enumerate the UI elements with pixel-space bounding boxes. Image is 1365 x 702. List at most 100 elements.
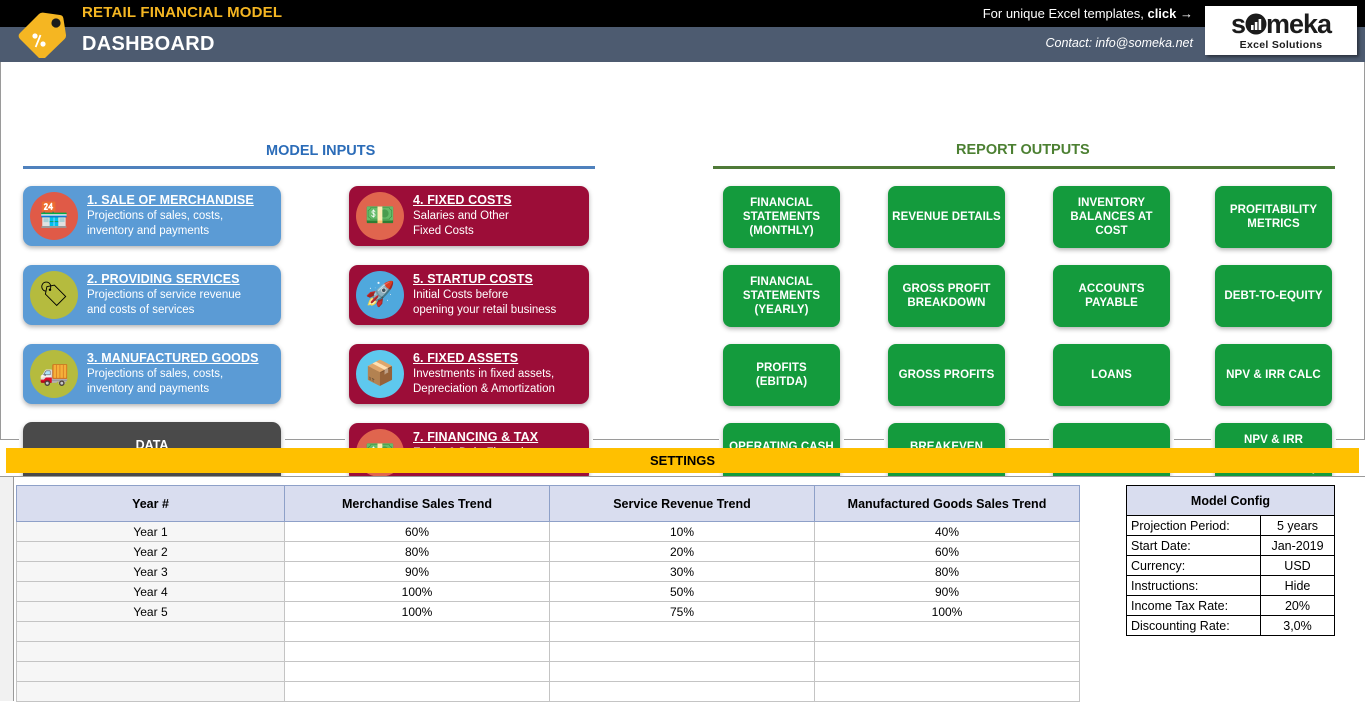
model-input-desc-line2: Depreciation & Amortization [413, 382, 555, 397]
report-output-label-line: STATEMENTS [743, 210, 820, 224]
table-cell-value[interactable]: 20% [550, 542, 815, 562]
model-input-text: 6. FIXED ASSETS Investments in fixed ass… [404, 351, 555, 397]
model-input-button-6[interactable]: 📦 6. FIXED ASSETS Investments in fixed a… [349, 344, 589, 404]
table-cell-year[interactable]: Year 1 [17, 522, 285, 542]
report-output-button[interactable]: REVENUE DETAILS [888, 186, 1005, 248]
model-input-desc-line1: Projections of service revenue [87, 288, 241, 303]
report-output-label-line: ACCOUNTS [1079, 282, 1145, 296]
table-cell-value[interactable]: 90% [285, 562, 550, 582]
brand-tagline: Excel Solutions [1240, 39, 1323, 51]
report-output-button[interactable]: DEBT-TO-EQUITY [1215, 265, 1332, 327]
table-cell-value[interactable]: 50% [550, 582, 815, 602]
table-row [17, 682, 1080, 702]
report-output-button[interactable]: GROSS PROFITBREAKDOWN [888, 265, 1005, 327]
table-cell-value[interactable] [815, 662, 1080, 682]
table-cell-value[interactable]: 100% [285, 582, 550, 602]
table-cell-value[interactable] [815, 642, 1080, 662]
model-input-button-2[interactable]: 🏷 2. PROVIDING SERVICES Projections of s… [23, 265, 281, 325]
table-cell-value[interactable] [550, 682, 815, 702]
report-output-label-line: PAYABLE [1079, 296, 1145, 310]
model-input-desc-line1: Projections of sales, costs, [87, 367, 259, 382]
report-output-label-line: PROFITS [756, 361, 807, 375]
model-config-value[interactable]: 5 years [1261, 516, 1335, 536]
model-input-button-3[interactable]: 🚚 3. MANUFACTURED GOODS Projections of s… [23, 344, 281, 404]
table-column-header: Manufactured Goods Sales Trend [815, 486, 1080, 522]
table-cell-year[interactable] [17, 682, 285, 702]
table-cell-year[interactable] [17, 642, 285, 662]
report-output-label-line: FINANCIAL [743, 275, 820, 289]
model-input-button-4[interactable]: 💵 4. FIXED COSTS Salaries and Other Fixe… [349, 186, 589, 246]
table-cell-value[interactable]: 90% [815, 582, 1080, 602]
report-output-label-line: GROSS PROFIT [902, 282, 990, 296]
table-cell-value[interactable]: 75% [550, 602, 815, 622]
table-cell-value[interactable]: 40% [815, 522, 1080, 542]
report-output-button[interactable]: INVENTORYBALANCES ATCOST [1053, 186, 1170, 248]
table-cell-value[interactable] [285, 662, 550, 682]
table-cell-value[interactable]: 10% [550, 522, 815, 542]
report-output-button[interactable]: GROSS PROFITS [888, 344, 1005, 406]
model-config-row: Instructions:Hide [1127, 576, 1335, 596]
table-cell-year[interactable]: Year 4 [17, 582, 285, 602]
someka-logo[interactable]: s meka Excel Solutions [1205, 6, 1357, 55]
model-config-table: Model Config Projection Period:5 yearsSt… [1126, 485, 1335, 636]
table-cell-value[interactable]: 80% [285, 542, 550, 562]
report-output-button[interactable]: PROFITS(EBITDA) [723, 344, 840, 406]
report-output-button[interactable]: PROFITABILITYMETRICS [1215, 186, 1332, 248]
template-name: RETAIL FINANCIAL MODEL [82, 4, 282, 21]
model-input-desc-line2: inventory and payments [87, 382, 259, 397]
table-cell-value[interactable] [285, 642, 550, 662]
table-cell-value[interactable] [550, 642, 815, 662]
table-cell-value[interactable]: 60% [815, 542, 1080, 562]
table-cell-value[interactable] [285, 682, 550, 702]
spreadsheet-row-gutter [0, 477, 14, 701]
report-output-button[interactable]: LOANS [1053, 344, 1170, 406]
report-output-label: FINANCIALSTATEMENTS(MONTHLY) [743, 196, 820, 238]
table-cell-year[interactable] [17, 662, 285, 682]
table-cell-value[interactable] [815, 682, 1080, 702]
report-output-button[interactable]: FINANCIALSTATEMENTS(MONTHLY) [723, 186, 840, 248]
report-output-label-line: (EBITDA) [756, 375, 807, 389]
model-input-desc-line2: Fixed Costs [413, 224, 512, 239]
table-cell-value[interactable]: 60% [285, 522, 550, 542]
table-cell-value[interactable]: 100% [815, 602, 1080, 622]
promo-click-link[interactable]: click → [1147, 6, 1193, 21]
table-cell-year[interactable]: Year 2 [17, 542, 285, 562]
model-input-text: 4. FIXED COSTS Salaries and Other Fixed … [404, 193, 512, 239]
table-cell-year[interactable] [17, 622, 285, 642]
contact-email[interactable]: Contact: info@someka.net [1046, 36, 1194, 50]
settings-banner: SETTINGS [6, 448, 1359, 473]
model-input-desc-line2: inventory and payments [87, 224, 254, 239]
report-output-label: FINANCIALSTATEMENTS(YEARLY) [743, 275, 820, 317]
model-input-title: 3. MANUFACTURED GOODS [87, 351, 259, 365]
table-cell-value[interactable] [550, 622, 815, 642]
table-cell-year[interactable]: Year 3 [17, 562, 285, 582]
model-config-body: Projection Period:5 yearsStart Date:Jan-… [1127, 516, 1335, 636]
model-config-label: Start Date: [1127, 536, 1261, 556]
forklift-icon: 📦 [356, 350, 404, 398]
model-config-value[interactable]: 20% [1261, 596, 1335, 616]
model-input-button-5[interactable]: 🚀 5. STARTUP COSTS Initial Costs before … [349, 265, 589, 325]
table-cell-value[interactable] [815, 622, 1080, 642]
model-config-value[interactable]: Hide [1261, 576, 1335, 596]
model-config-value[interactable]: 3,0% [1261, 616, 1335, 636]
model-config-value[interactable]: USD [1261, 556, 1335, 576]
model-config-value[interactable]: Jan-2019 [1261, 536, 1335, 556]
table-cell-year[interactable]: Year 5 [17, 602, 285, 622]
report-output-button[interactable]: ACCOUNTSPAYABLE [1053, 265, 1170, 327]
brand-letter-s: s [1231, 11, 1245, 38]
table-row [17, 622, 1080, 642]
report-output-button[interactable]: NPV & IRR CALC [1215, 344, 1332, 406]
table-cell-value[interactable] [285, 622, 550, 642]
table-cell-value[interactable] [550, 662, 815, 682]
table-cell-value[interactable]: 80% [815, 562, 1080, 582]
report-output-label-line: DEBT-TO-EQUITY [1224, 289, 1322, 303]
table-cell-value[interactable]: 100% [285, 602, 550, 622]
model-input-title: 6. FIXED ASSETS [413, 351, 555, 365]
report-output-button[interactable]: FINANCIALSTATEMENTS(YEARLY) [723, 265, 840, 327]
promo-text[interactable]: For unique Excel templates, click → [983, 6, 1193, 21]
table-cell-value[interactable]: 30% [550, 562, 815, 582]
brand-letters-meka: meka [1266, 11, 1331, 38]
model-config-title: Model Config [1127, 486, 1335, 516]
model-input-button-1[interactable]: 🏪 1. SALE OF MERCHANDISE Projections of … [23, 186, 281, 246]
report-output-label-line: PROFITABILITY [1230, 203, 1317, 217]
